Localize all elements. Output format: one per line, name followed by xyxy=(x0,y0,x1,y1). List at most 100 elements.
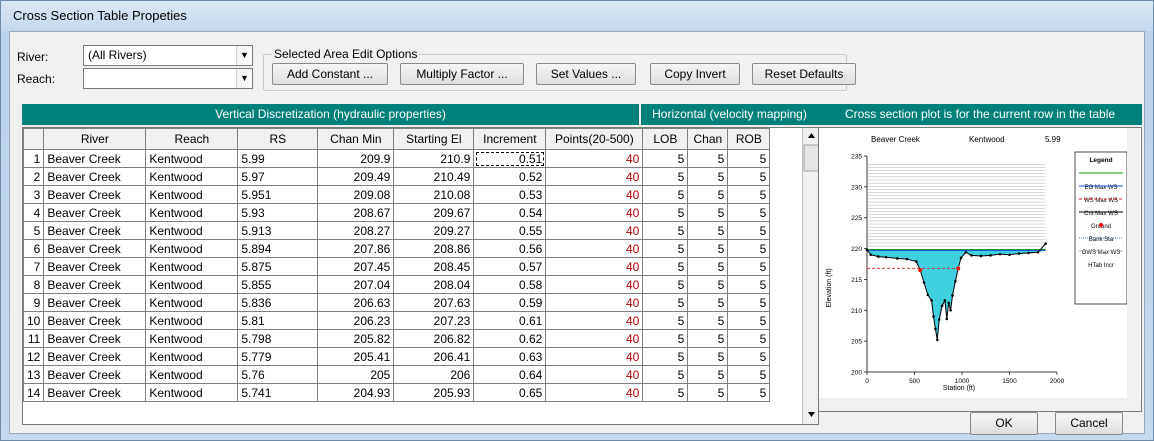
table-cell[interactable]: 5 xyxy=(687,365,729,384)
table-cell[interactable]: 0.56 xyxy=(473,239,547,258)
table-row[interactable]: 11 Beaver Creek Kentwood 5.798 205.82 206.82 0… xyxy=(23,329,771,348)
table-cell[interactable]: 206.23 xyxy=(317,311,395,330)
table-cell[interactable]: 5 xyxy=(687,311,729,330)
table-cell[interactable]: 205 xyxy=(317,365,395,384)
table-cell[interactable]: 40 xyxy=(545,185,644,204)
table-cell[interactable]: 5.741 xyxy=(237,383,319,402)
table-cell[interactable]: 5 xyxy=(687,221,729,240)
table-cell[interactable]: 5 xyxy=(727,203,771,222)
table-row[interactable]: 9 Beaver Creek Kentwood 5.836 206.63 207.63 0.… xyxy=(23,293,771,312)
table-cell[interactable]: Kentwood xyxy=(145,185,239,204)
table-cell[interactable]: Beaver Creek xyxy=(43,383,147,402)
table-cell[interactable]: 5 xyxy=(642,365,689,384)
table-cell[interactable]: 205.41 xyxy=(317,347,395,366)
table-cell[interactable]: 40 xyxy=(545,257,644,276)
table-row[interactable]: 6 Beaver Creek Kentwood 5.894 207.86 208.86 0.… xyxy=(23,239,771,258)
table-cell[interactable]: 205.93 xyxy=(393,383,475,402)
table-cell[interactable]: Beaver Creek xyxy=(43,167,147,186)
table-cell[interactable]: 5.798 xyxy=(237,329,319,348)
table-cell[interactable]: 209.49 xyxy=(317,167,395,186)
table-cell[interactable]: 208.04 xyxy=(393,275,475,294)
table-cell[interactable]: 5.894 xyxy=(237,239,319,258)
table-cell[interactable]: 0.54 xyxy=(473,203,547,222)
table-cell[interactable]: 5 xyxy=(727,293,771,312)
table-cell[interactable]: 205.82 xyxy=(317,329,395,348)
table-cell[interactable]: 40 xyxy=(545,311,644,330)
plot-hscrollbar[interactable] xyxy=(819,398,1141,411)
table-cell[interactable]: Kentwood xyxy=(145,149,239,168)
table-cell[interactable]: 210.08 xyxy=(393,185,475,204)
table-cell[interactable]: 210.9 xyxy=(393,149,475,168)
table-cell[interactable]: 0.59 xyxy=(473,293,547,312)
table-cell[interactable]: 40 xyxy=(545,167,644,186)
table-cell[interactable]: Beaver Creek xyxy=(43,239,147,258)
table-cell[interactable]: 5 xyxy=(727,311,771,330)
set-values-button[interactable]: Set Values ... xyxy=(536,63,636,85)
table-row[interactable]: 2 Beaver Creek Kentwood 5.97 209.49 210.49 0.5… xyxy=(23,167,771,186)
table-cell[interactable]: 207.04 xyxy=(317,275,395,294)
table-cell[interactable]: 5 xyxy=(687,275,729,294)
table-cell[interactable]: 0.51 xyxy=(473,149,547,168)
table-cell[interactable]: 209.27 xyxy=(393,221,475,240)
table-cell[interactable]: 5 xyxy=(727,221,771,240)
table-cell[interactable]: Kentwood xyxy=(145,203,239,222)
table-row[interactable]: 13 Beaver Creek Kentwood 5.76 205 206 0.64 40 5 5… xyxy=(23,365,771,384)
table-cell[interactable]: 5 xyxy=(687,257,729,276)
table-row[interactable]: 1 Beaver Creek Kentwood 5.99 209.9 210.9 0.51 4… xyxy=(23,149,771,168)
table-cell[interactable]: 5 xyxy=(642,239,689,258)
table-cell[interactable]: 0.61 xyxy=(473,311,547,330)
table-cell[interactable]: 5 xyxy=(687,149,729,168)
ok-button[interactable]: OK xyxy=(970,412,1038,435)
column-header[interactable]: Chan Min xyxy=(317,128,395,150)
table-cell[interactable]: Kentwood xyxy=(145,257,239,276)
table-cell[interactable]: Kentwood xyxy=(145,347,239,366)
chevron-down-icon[interactable]: ▼ xyxy=(236,46,252,65)
table-cell[interactable]: 5 xyxy=(642,257,689,276)
table-cell[interactable]: 0.64 xyxy=(473,365,547,384)
table-cell[interactable]: 0.58 xyxy=(473,275,547,294)
table-cell[interactable]: 40 xyxy=(545,149,644,168)
table-cell[interactable]: 5 xyxy=(727,185,771,204)
table-cell[interactable]: 209.08 xyxy=(317,185,395,204)
column-header[interactable]: Points(20-500) xyxy=(545,128,644,150)
table-cell[interactable]: Beaver Creek xyxy=(43,347,147,366)
scroll-down-icon[interactable] xyxy=(808,412,815,417)
table-cell[interactable]: 5 xyxy=(642,185,689,204)
table-cell[interactable]: 5.836 xyxy=(237,293,319,312)
table-row[interactable]: 12 Beaver Creek Kentwood 5.779 205.41 206.41 0… xyxy=(23,347,771,366)
table-cell[interactable]: Kentwood xyxy=(145,275,239,294)
column-header[interactable]: Increment xyxy=(473,128,547,150)
table-cell[interactable]: 40 xyxy=(545,203,644,222)
column-header[interactable]: RS xyxy=(237,128,319,150)
table-cell[interactable]: 5 xyxy=(642,221,689,240)
chevron-down-icon[interactable]: ▼ xyxy=(236,69,252,88)
table-cell[interactable]: 5 xyxy=(642,293,689,312)
table-cell[interactable]: 40 xyxy=(545,365,644,384)
table-cell[interactable]: 5 xyxy=(727,257,771,276)
table-cell[interactable]: 207.23 xyxy=(393,311,475,330)
table-row[interactable]: 8 Beaver Creek Kentwood 5.855 207.04 208.04 0.… xyxy=(23,275,771,294)
table-cell[interactable]: 5 xyxy=(727,149,771,168)
table-cell[interactable]: 207.45 xyxy=(317,257,395,276)
column-header[interactable] xyxy=(23,128,45,150)
table-cell[interactable]: 207.63 xyxy=(393,293,475,312)
plot-vscrollbar[interactable] xyxy=(1127,128,1140,398)
multiply-factor-button[interactable]: Multiply Factor ... xyxy=(400,63,524,85)
table-cell[interactable]: 5 xyxy=(687,167,729,186)
table-cell[interactable]: 5 xyxy=(727,275,771,294)
table-cell[interactable]: 5 xyxy=(727,329,771,348)
table-cell[interactable]: 40 xyxy=(545,275,644,294)
table-cell[interactable]: Kentwood xyxy=(145,329,239,348)
table-cell[interactable]: 5 xyxy=(727,383,771,402)
table-cell[interactable]: Kentwood xyxy=(145,365,239,384)
table-cell[interactable]: 210.49 xyxy=(393,167,475,186)
table-row[interactable]: 4 Beaver Creek Kentwood 5.93 208.67 209.67 0.5… xyxy=(23,203,771,222)
table-cell[interactable]: 5.875 xyxy=(237,257,319,276)
table-cell[interactable]: 5.97 xyxy=(237,167,319,186)
table-cell[interactable]: 5 xyxy=(687,185,729,204)
table-cell[interactable]: 5 xyxy=(687,383,729,402)
table-cell[interactable]: 209.9 xyxy=(317,149,395,168)
table-cell[interactable]: 5 xyxy=(687,329,729,348)
table-cell[interactable]: 40 xyxy=(545,329,644,348)
table-cell[interactable]: Kentwood xyxy=(145,221,239,240)
